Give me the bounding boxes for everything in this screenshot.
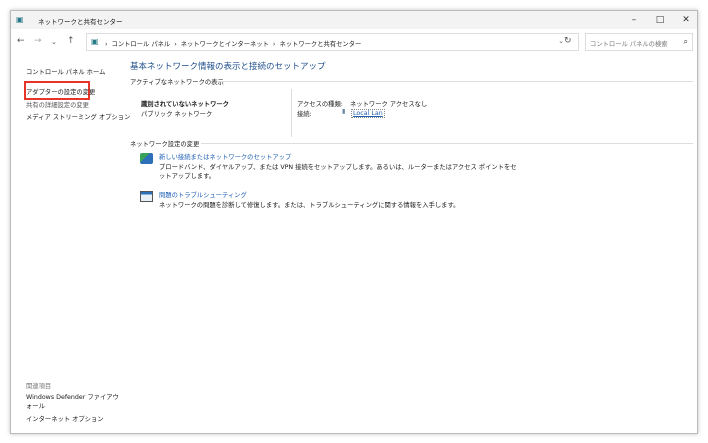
page-title: 基本ネットワーク情報の表示と接続のセットアップ	[130, 62, 326, 72]
related-heading: 関連項目	[26, 383, 52, 390]
forward-icon[interactable]: →	[34, 36, 42, 46]
new-connection-icon	[140, 153, 153, 164]
crumb-network-internet[interactable]: ネットワークとインターネット	[181, 41, 269, 48]
sidebar-item-media[interactable]: メディア ストリーミング オプション	[26, 112, 130, 121]
refresh-icon[interactable]: ↻	[564, 36, 572, 46]
crumb-network-center[interactable]: ネットワークと共有センター	[279, 41, 361, 48]
change-settings-heading: ネットワーク設定の変更	[130, 141, 200, 148]
sidebar-item-adapter[interactable]: アダプターの設定の変更	[26, 87, 95, 96]
new-connection-desc: ブロードバンド、ダイヤルアップ、または VPN 接続をセットアップします。あるい…	[159, 164, 517, 171]
breadcrumb: › コントロール パネル › ネットワークとインターネット › ネットワークと共…	[105, 41, 362, 48]
maximize-button[interactable]: □	[649, 13, 671, 27]
network-center-icon: ▣	[16, 15, 24, 24]
access-type-label: アクセスの種類:	[297, 101, 343, 108]
new-connection-desc-cont: ットアップします。	[159, 173, 216, 180]
window: ▣ ネットワークと共有センター – □ ✕ ← → ⌄ ↑ ▣ › コントロール…	[10, 10, 698, 434]
search-placeholder: コントロール パネルの検索	[590, 41, 668, 48]
back-icon[interactable]: ←	[17, 36, 25, 46]
troubleshoot-link[interactable]: 問題のトラブルシューティング	[159, 190, 247, 199]
active-networks-heading: アクティブなネットワークの表示	[130, 79, 224, 86]
recent-chevron-icon[interactable]: ⌄	[51, 38, 57, 46]
divider	[217, 81, 693, 82]
minimize-button[interactable]: –	[623, 13, 645, 27]
connection-label: 接続:	[297, 111, 312, 118]
divider	[201, 143, 693, 144]
related-firewall[interactable]: Windows Defender ファイアウォール	[26, 393, 121, 411]
search-input[interactable]: コントロール パネルの検索 ⌕	[585, 33, 693, 51]
network-type[interactable]: パブリック ネットワーク	[141, 109, 212, 118]
troubleshoot-desc: ネットワークの問題を診断して修復します。または、トラブルシューティングに関する情…	[159, 202, 460, 209]
close-button[interactable]: ✕	[675, 13, 697, 27]
related-internet-options[interactable]: インターネット オプション	[26, 414, 104, 423]
troubleshoot-icon	[140, 191, 153, 202]
crumb-control-panel[interactable]: コントロール パネル	[112, 41, 171, 48]
window-title: ネットワークと共有センター	[38, 18, 123, 26]
address-bar[interactable]: ▣ › コントロール パネル › ネットワークとインターネット › ネットワーク…	[86, 33, 579, 51]
ethernet-icon: ▮	[342, 108, 346, 115]
access-type-value: ネットワーク アクセスなし	[350, 101, 428, 108]
sidebar-item-home[interactable]: コントロール パネル ホーム	[26, 67, 105, 76]
up-icon[interactable]: ↑	[67, 36, 75, 46]
title-bar: ▣ ネットワークと共有センター – □ ✕	[11, 11, 697, 29]
search-icon[interactable]: ⌕	[684, 37, 688, 47]
network-name: 識別されていないネットワーク	[141, 101, 229, 108]
connection-link[interactable]: Local Lan	[351, 109, 385, 118]
location-icon: ▣	[91, 37, 99, 46]
sidebar-item-sharing[interactable]: 共有の詳細設定の変更	[26, 100, 89, 109]
new-connection-link[interactable]: 新しい接続またはネットワークのセットアップ	[159, 152, 291, 161]
divider	[291, 89, 292, 137]
